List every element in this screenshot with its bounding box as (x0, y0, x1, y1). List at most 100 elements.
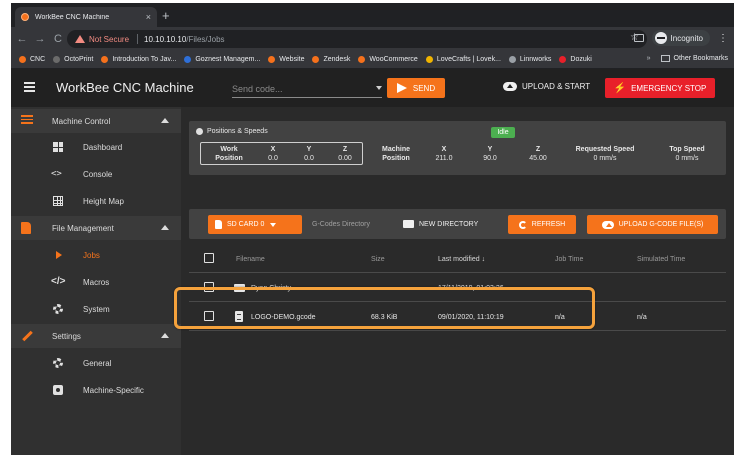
sidebar-item-console[interactable]: <> Console (11, 162, 181, 186)
bookmark-label: WooCommerce (369, 56, 418, 63)
hamburger-menu-icon[interactable] (24, 82, 35, 92)
address-bar[interactable]: Not Secure 10.10.10.10 /Files/Jobs ☆ (67, 30, 647, 48)
incognito-badge[interactable]: Incognito (651, 30, 710, 46)
grid-icon (53, 196, 63, 206)
send-code-input[interactable]: Send code... (232, 80, 382, 98)
warning-icon (75, 35, 85, 43)
upload-gcode-label: UPLOAD G-CODE FILE(S) (618, 221, 704, 228)
work-x-label: X (270, 146, 276, 153)
chevron-up-icon (161, 118, 169, 123)
url-divider (137, 34, 139, 44)
sidebar-item-label: Dashboard (83, 143, 123, 152)
column-filename[interactable]: Filename (236, 256, 265, 263)
bookmark-item[interactable]: Dozuki (559, 56, 592, 63)
sidebar-item-height-map[interactable]: Height Map (11, 189, 181, 213)
bookmark-label: Dozuki (570, 56, 592, 63)
sidebar-item-machine-specific[interactable]: Machine-Specific (11, 378, 181, 402)
sidebar-group-machine-control[interactable]: Machine Control (11, 109, 181, 133)
position-label: Position (215, 155, 243, 162)
send-code-placeholder: Send code... (232, 84, 283, 94)
column-simulated-time[interactable]: Simulated Time (637, 256, 685, 263)
browser-menu-icon[interactable]: ⋮ (718, 33, 728, 44)
bookmark-item[interactable]: Goznest Managem... (184, 56, 260, 63)
sidebar-item-macros[interactable]: </> Macros (11, 270, 181, 294)
back-icon[interactable]: ← (15, 33, 29, 45)
incognito-label: Incognito (670, 33, 703, 43)
column-job-time[interactable]: Job Time (555, 256, 583, 263)
bookmark-favicon-icon (508, 56, 516, 63)
bookmark-item[interactable]: CNC (19, 56, 45, 63)
tab-strip: WorkBee CNC Machine × + (11, 3, 734, 27)
sliders-icon (21, 115, 33, 124)
tab-close-icon[interactable]: × (146, 12, 151, 22)
refresh-button[interactable]: REFRESH (508, 215, 576, 234)
upload-gcode-button[interactable]: UPLOAD G-CODE FILE(S) (587, 215, 718, 234)
info-icon (196, 128, 203, 135)
work-z-value: 0.00 (338, 155, 352, 162)
incognito-icon (654, 32, 667, 44)
browser-window: WorkBee CNC Machine × + ← → C Not Secure… (11, 3, 734, 455)
cast-icon[interactable] (633, 34, 644, 42)
bookmark-label: OctoPrint (64, 56, 94, 63)
sidebar-group-settings[interactable]: Settings (11, 324, 181, 348)
bookmark-item[interactable]: Introduction To Jav... (101, 56, 176, 63)
bookmark-label: Zendesk (323, 56, 351, 63)
positions-panel: Positions & Speeds Idle Work Position X … (189, 121, 726, 175)
sidebar-item-system[interactable]: System (11, 297, 181, 321)
sd-card-label: SD CARD 0 (227, 221, 265, 228)
work-y-value: 0.0 (304, 155, 314, 162)
send-arrow-icon (396, 83, 407, 93)
file-simulated-time: n/a (637, 314, 647, 321)
sd-card-icon (215, 220, 222, 229)
column-last-modified[interactable]: Last modified ↓ (438, 256, 485, 263)
sidebar-item-label: Machine-Specific (83, 386, 144, 395)
bookmark-item[interactable]: LoveCrafts | Lovek... (425, 56, 501, 63)
forward-icon[interactable]: → (33, 33, 47, 45)
bookmark-favicon-icon (268, 56, 276, 63)
upload-start-label: UPLOAD & START (522, 82, 591, 91)
bookmark-item[interactable]: Website (268, 56, 304, 63)
bookmark-item[interactable]: WooCommerce (358, 56, 418, 63)
bookmark-favicon-icon (184, 56, 192, 63)
browser-toolbar: ← → C Not Secure 10.10.10.10 /Files/Jobs… (11, 27, 734, 51)
tab-title: WorkBee CNC Machine (35, 13, 110, 21)
bookmark-item[interactable]: Zendesk (312, 56, 350, 63)
sidebar-item-general[interactable]: General (11, 351, 181, 375)
new-tab-icon[interactable]: + (162, 8, 170, 23)
sidebar-group-file-management[interactable]: File Management (11, 216, 181, 240)
favicon-icon (21, 13, 29, 21)
sidebar-item-label: Console (83, 170, 113, 179)
reload-icon[interactable]: C (51, 33, 65, 45)
not-secure-label: Not Secure (89, 34, 130, 44)
bookmark-item[interactable]: OctoPrint (53, 56, 93, 63)
positions-header: Positions & Speeds (196, 128, 268, 135)
machine-label: Machine (381, 146, 410, 153)
machine-x-label: X (441, 146, 447, 153)
requested-speed-label: Requested Speed (575, 146, 635, 153)
sidebar-item-dashboard[interactable]: Dashboard (11, 135, 181, 159)
send-button[interactable]: SEND (387, 78, 445, 98)
machine-z-label: Z (535, 146, 541, 153)
url-host: 10.10.10.10 (144, 34, 187, 44)
send-label: SEND (412, 83, 436, 93)
bookmark-favicon-icon (19, 56, 26, 63)
emergency-stop-button[interactable]: ⚡ EMERGENCY STOP (605, 78, 715, 98)
bookmark-item[interactable]: Linnworks (508, 56, 551, 63)
sd-card-select-button[interactable]: SD CARD 0 (208, 215, 302, 234)
browser-tab[interactable]: WorkBee CNC Machine × (15, 7, 157, 27)
select-all-checkbox[interactable] (204, 253, 214, 263)
column-size[interactable]: Size (371, 256, 385, 263)
bookmarks-overflow-icon[interactable]: » (647, 55, 651, 62)
work-label: Work (220, 146, 238, 153)
sidebar-item-jobs[interactable]: Jobs (11, 243, 181, 267)
dropdown-caret-icon[interactable] (376, 86, 382, 90)
other-bookmarks-label[interactable]: Other Bookmarks (674, 55, 728, 62)
upload-and-start-button[interactable]: UPLOAD & START (503, 82, 590, 91)
chevron-up-icon (161, 333, 169, 338)
bookmark-favicon-icon (358, 56, 366, 63)
new-directory-button[interactable]: NEW DIRECTORY (403, 220, 478, 228)
new-folder-icon (403, 220, 414, 228)
macro-code-icon: </> (51, 276, 66, 287)
dashboard-icon (53, 142, 63, 152)
requested-speed-value: 0 mm/s (593, 155, 617, 162)
